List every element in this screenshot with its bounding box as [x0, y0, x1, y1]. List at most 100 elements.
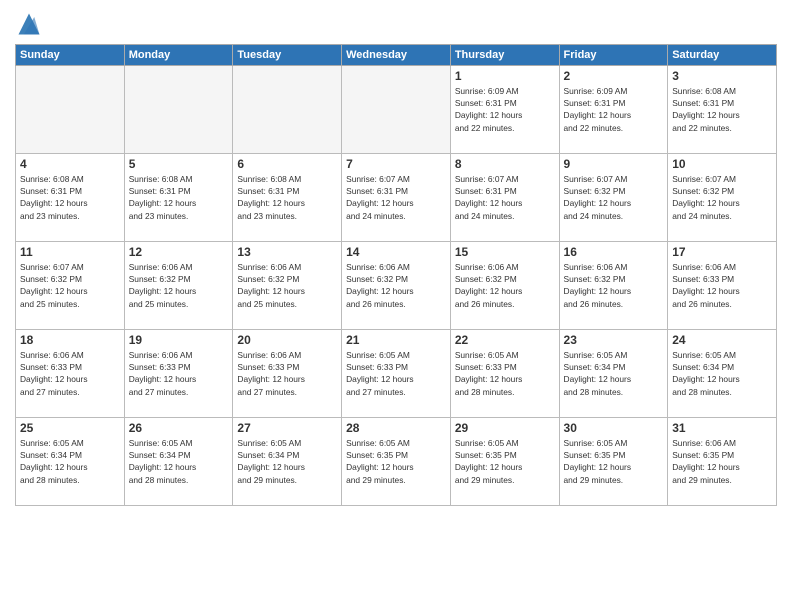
day-number: 25 — [20, 421, 120, 435]
calendar-cell — [233, 66, 342, 154]
day-info: Sunrise: 6:07 AM Sunset: 6:32 PM Dayligh… — [20, 261, 120, 310]
calendar-week-1: 1 Sunrise: 6:09 AM Sunset: 6:31 PM Daylig… — [16, 66, 777, 154]
day-number: 2 — [564, 69, 664, 83]
day-info: Sunrise: 6:05 AM Sunset: 6:35 PM Dayligh… — [564, 437, 664, 486]
day-header-saturday: Saturday — [668, 45, 777, 66]
calendar-cell: 25 Sunrise: 6:05 AM Sunset: 6:34 PM Dayli… — [16, 418, 125, 506]
day-info: Sunrise: 6:08 AM Sunset: 6:31 PM Dayligh… — [672, 85, 772, 134]
calendar-cell: 20Sunrise: 6:06 AM Sunset: 6:33 PM Dayli… — [233, 330, 342, 418]
day-info: Sunrise: 6:05 AM Sunset: 6:34 PM Dayligh… — [237, 437, 337, 486]
day-number: 9 — [564, 157, 664, 171]
day-info: Sunrise: 6:06 AM Sunset: 6:33 PM Dayligh… — [237, 349, 337, 398]
day-info: Sunrise: 6:05 AM Sunset: 6:35 PM Dayligh… — [455, 437, 555, 486]
day-info: Sunrise: 6:07 AM Sunset: 6:31 PM Dayligh… — [346, 173, 446, 222]
day-info: Sunrise: 6:06 AM Sunset: 6:32 PM Dayligh… — [346, 261, 446, 310]
calendar-cell: 17 Sunrise: 6:06 AM Sunset: 6:33 PM Dayli… — [668, 242, 777, 330]
calendar-cell: 10Sunrise: 6:07 AM Sunset: 6:32 PM Dayli… — [668, 154, 777, 242]
calendar-cell: 5 Sunrise: 6:08 AM Sunset: 6:31 PM Daylig… — [124, 154, 233, 242]
day-number: 23 — [564, 333, 664, 347]
day-info: Sunrise: 6:09 AM Sunset: 6:31 PM Dayligh… — [564, 85, 664, 134]
calendar-cell: 6 Sunrise: 6:08 AM Sunset: 6:31 PM Daylig… — [233, 154, 342, 242]
calendar-cell: 30 Sunrise: 6:05 AM Sunset: 6:35 PM Dayli… — [559, 418, 668, 506]
day-number: 17 — [672, 245, 772, 259]
day-info: Sunrise: 6:08 AM Sunset: 6:31 PM Dayligh… — [20, 173, 120, 222]
calendar-week-5: 25 Sunrise: 6:05 AM Sunset: 6:34 PM Dayli… — [16, 418, 777, 506]
day-header-friday: Friday — [559, 45, 668, 66]
day-number: 21 — [346, 333, 446, 347]
calendar-cell: 26 Sunrise: 6:05 AM Sunset: 6:34 PM Dayli… — [124, 418, 233, 506]
calendar-cell — [124, 66, 233, 154]
calendar-cell: 8 Sunrise: 6:07 AM Sunset: 6:31 PM Daylig… — [450, 154, 559, 242]
day-info: Sunrise: 6:05 AM Sunset: 6:34 PM Dayligh… — [20, 437, 120, 486]
day-info: Sunrise: 6:05 AM Sunset: 6:33 PM Dayligh… — [346, 349, 446, 398]
day-number: 26 — [129, 421, 229, 435]
calendar-cell: 4 Sunrise: 6:08 AM Sunset: 6:31 PM Daylig… — [16, 154, 125, 242]
calendar-cell: 21 Sunrise: 6:05 AM Sunset: 6:33 PM Dayli… — [342, 330, 451, 418]
day-header-sunday: Sunday — [16, 45, 125, 66]
calendar-cell: 7 Sunrise: 6:07 AM Sunset: 6:31 PM Daylig… — [342, 154, 451, 242]
calendar-cell: 18 Sunrise: 6:06 AM Sunset: 6:33 PM Dayli… — [16, 330, 125, 418]
calendar-week-3: 11 Sunrise: 6:07 AM Sunset: 6:32 PM Dayli… — [16, 242, 777, 330]
calendar-cell: 12 Sunrise: 6:06 AM Sunset: 6:32 PM Dayli… — [124, 242, 233, 330]
calendar-cell — [342, 66, 451, 154]
day-number: 5 — [129, 157, 229, 171]
day-info: Sunrise: 6:06 AM Sunset: 6:35 PM Dayligh… — [672, 437, 772, 486]
day-info: Sunrise: 6:06 AM Sunset: 6:32 PM Dayligh… — [237, 261, 337, 310]
day-header-tuesday: Tuesday — [233, 45, 342, 66]
day-number: 24 — [672, 333, 772, 347]
day-number: 10 — [672, 157, 772, 171]
header — [15, 10, 777, 38]
day-number: 4 — [20, 157, 120, 171]
calendar-cell: 23 Sunrise: 6:05 AM Sunset: 6:34 PM Dayli… — [559, 330, 668, 418]
day-info: Sunrise: 6:07 AM Sunset: 6:31 PM Dayligh… — [455, 173, 555, 222]
calendar-cell: 19 Sunrise: 6:06 AM Sunset: 6:33 PM Dayli… — [124, 330, 233, 418]
day-number: 8 — [455, 157, 555, 171]
day-info: Sunrise: 6:06 AM Sunset: 6:32 PM Dayligh… — [564, 261, 664, 310]
day-number: 7 — [346, 157, 446, 171]
day-number: 6 — [237, 157, 337, 171]
logo — [15, 10, 47, 38]
calendar-cell: 24 Sunrise: 6:05 AM Sunset: 6:34 PM Dayli… — [668, 330, 777, 418]
day-number: 28 — [346, 421, 446, 435]
day-info: Sunrise: 6:07 AM Sunset: 6:32 PM Dayligh… — [564, 173, 664, 222]
day-info: Sunrise: 6:08 AM Sunset: 6:31 PM Dayligh… — [129, 173, 229, 222]
day-info: Sunrise: 6:06 AM Sunset: 6:33 PM Dayligh… — [20, 349, 120, 398]
day-number: 18 — [20, 333, 120, 347]
calendar-cell: 22Sunrise: 6:05 AM Sunset: 6:33 PM Dayli… — [450, 330, 559, 418]
calendar-table: SundayMondayTuesdayWednesdayThursdayFrid… — [15, 44, 777, 506]
calendar-cell: 15Sunrise: 6:06 AM Sunset: 6:32 PM Dayli… — [450, 242, 559, 330]
calendar-cell: 9 Sunrise: 6:07 AM Sunset: 6:32 PM Daylig… — [559, 154, 668, 242]
calendar-cell: 27Sunrise: 6:05 AM Sunset: 6:34 PM Dayli… — [233, 418, 342, 506]
day-number: 31 — [672, 421, 772, 435]
calendar-cell: 29 Sunrise: 6:05 AM Sunset: 6:35 PM Dayli… — [450, 418, 559, 506]
day-info: Sunrise: 6:09 AM Sunset: 6:31 PM Dayligh… — [455, 85, 555, 134]
day-header-monday: Monday — [124, 45, 233, 66]
calendar-cell: 11 Sunrise: 6:07 AM Sunset: 6:32 PM Dayli… — [16, 242, 125, 330]
calendar-week-4: 18 Sunrise: 6:06 AM Sunset: 6:33 PM Dayli… — [16, 330, 777, 418]
day-info: Sunrise: 6:06 AM Sunset: 6:32 PM Dayligh… — [129, 261, 229, 310]
day-number: 30 — [564, 421, 664, 435]
calendar-cell: 28Sunrise: 6:05 AM Sunset: 6:35 PM Dayli… — [342, 418, 451, 506]
day-info: Sunrise: 6:05 AM Sunset: 6:34 PM Dayligh… — [672, 349, 772, 398]
day-info: Sunrise: 6:08 AM Sunset: 6:31 PM Dayligh… — [237, 173, 337, 222]
calendar-cell: 2 Sunrise: 6:09 AM Sunset: 6:31 PM Daylig… — [559, 66, 668, 154]
day-number: 22 — [455, 333, 555, 347]
calendar-cell: 3 Sunrise: 6:08 AM Sunset: 6:31 PM Daylig… — [668, 66, 777, 154]
day-number: 16 — [564, 245, 664, 259]
day-number: 3 — [672, 69, 772, 83]
day-number: 19 — [129, 333, 229, 347]
calendar-cell: 14Sunrise: 6:06 AM Sunset: 6:32 PM Dayli… — [342, 242, 451, 330]
day-info: Sunrise: 6:05 AM Sunset: 6:34 PM Dayligh… — [564, 349, 664, 398]
day-info: Sunrise: 6:05 AM Sunset: 6:34 PM Dayligh… — [129, 437, 229, 486]
calendar-header-row: SundayMondayTuesdayWednesdayThursdayFrid… — [16, 45, 777, 66]
page: SundayMondayTuesdayWednesdayThursdayFrid… — [0, 0, 792, 612]
day-number: 1 — [455, 69, 555, 83]
day-info: Sunrise: 6:06 AM Sunset: 6:33 PM Dayligh… — [672, 261, 772, 310]
day-info: Sunrise: 6:06 AM Sunset: 6:33 PM Dayligh… — [129, 349, 229, 398]
logo-icon — [15, 10, 43, 38]
day-header-wednesday: Wednesday — [342, 45, 451, 66]
day-number: 11 — [20, 245, 120, 259]
day-header-thursday: Thursday — [450, 45, 559, 66]
day-number: 29 — [455, 421, 555, 435]
day-number: 12 — [129, 245, 229, 259]
